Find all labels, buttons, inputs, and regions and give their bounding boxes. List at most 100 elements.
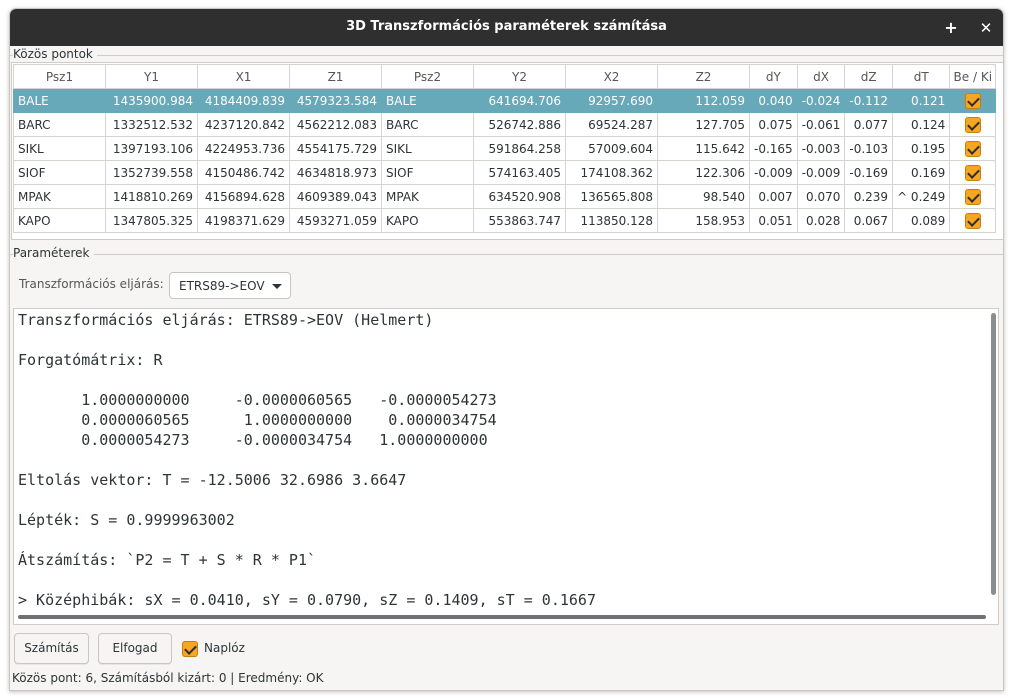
cell-psz1: BALE [13,88,106,113]
cell-dx: 0.028 [796,208,846,233]
accept-button[interactable]: Elfogad [98,633,172,664]
column-header-x1[interactable]: X1 [197,64,290,89]
cell-dx: 0.070 [796,184,846,209]
column-header-psz1[interactable]: Psz1 [13,64,106,89]
cell-y2: 641694.706 [473,88,566,113]
cell-z1: 4579323.584 [289,88,382,113]
cell-z1: 4562212.083 [289,112,382,137]
result-line: 0.0000060565 1.0000000000 0.0000034754 [18,411,497,429]
enabled-checkbox[interactable] [964,140,981,157]
parameters-divider [10,254,1003,255]
cell-dz: -0.103 [844,136,894,161]
title-bar[interactable]: 3D Transzformációs paraméterek számítása… [10,9,1003,46]
cell-z1: 4634818.973 [289,160,382,185]
window-title: 3D Transzformációs paraméterek számítása [346,19,667,34]
cell-dz: 0.077 [844,112,894,137]
cell-enabled [949,136,997,161]
result-text: Transzformációs eljárás: ETRS89->EOV (He… [18,310,596,610]
cell-y1: 1347805.325 [105,208,198,233]
cell-y1: 1332512.532 [105,112,198,137]
cell-dt: 0.089 [892,208,951,233]
table-row[interactable]: KAPO 1347805.325 4198371.629 4593271.059 KAP… [13,208,997,233]
enabled-checkbox[interactable] [964,92,981,109]
common-points-table[interactable]: Psz1 Y1 X1 Z1 Psz2 Y2 X2 Z2 dY dX dZ dT Be / Ki BALE… [13,64,997,233]
cell-x1: 4150486.742 [197,160,290,185]
cell-dy: -0.009 [749,160,798,185]
new-icon[interactable]: + [939,16,963,40]
column-header-x2[interactable]: X2 [565,64,658,89]
common-points-divider [10,55,1003,56]
cell-x2: 69524.287 [565,112,658,137]
cell-x2: 136565.808 [565,184,658,209]
enabled-checkbox[interactable] [964,164,981,181]
cell-z2: 127.705 [657,112,750,137]
cell-y2: 591864.258 [473,136,566,161]
column-header-y2[interactable]: Y2 [473,64,566,89]
cell-enabled [949,184,997,209]
enabled-checkbox[interactable] [964,212,981,229]
table-row[interactable]: BALE 1435900.984 4184409.839 4579323.584 BAL… [13,88,997,113]
column-header-z2[interactable]: Z2 [657,64,750,89]
column-header-dz[interactable]: dZ [844,64,894,89]
result-line [18,490,596,510]
status-bar: Közös pont: 6, Számításból kizárt: 0 | E… [12,671,324,685]
enabled-checkbox[interactable] [964,116,981,133]
result-line [18,330,596,350]
result-line: Forgatómátrix: R [18,351,163,369]
close-icon[interactable]: ✕ [974,16,998,40]
column-header-z1[interactable]: Z1 [289,64,382,89]
table-row[interactable]: BARC 1332512.532 4237120.842 4562212.083 BAR… [13,112,997,137]
cell-dy: 0.007 [749,184,798,209]
cell-z2: 122.306 [657,160,750,185]
cell-dx: -0.003 [796,136,846,161]
cell-enabled [949,112,997,137]
column-header-be-ki[interactable]: Be / Ki [949,64,997,89]
cell-z2: 98.540 [657,184,750,209]
cell-dy: 0.075 [749,112,798,137]
cell-x1: 4198371.629 [197,208,290,233]
common-points-label: Közös pontok [13,47,97,61]
cell-z2: 112.059 [657,88,750,113]
cell-x1: 4237120.842 [197,112,290,137]
cell-z2: 115.642 [657,136,750,161]
method-select[interactable]: ETRS89->EOV [169,272,291,299]
table-row[interactable]: MPAK 1418810.269 4156894.628 4609389.043 MPA… [13,184,997,209]
table-row[interactable]: SIOF 1352739.558 4150486.742 4634818.973 SIO… [13,160,997,185]
column-header-psz2[interactable]: Psz2 [381,64,474,89]
cell-dx: -0.024 [796,88,846,113]
parameters-label: Paraméterek [13,246,94,260]
vertical-scrollbar[interactable] [991,313,996,595]
result-line: Átszámítás: `P2 = T + S * R * P1` [18,551,317,569]
cell-x1: 4156894.628 [197,184,290,209]
column-header-dx[interactable]: dX [796,64,846,89]
horizontal-scrollbar[interactable] [18,615,986,619]
table-row[interactable]: SIKL 1397193.106 4224953.736 4554175.729 SIK… [13,136,997,161]
cell-z2: 158.953 [657,208,750,233]
cell-dz: 0.239 [844,184,894,209]
log-checkbox-label[interactable]: Naplóz [204,641,245,655]
cell-psz1: BARC [13,112,106,137]
cell-z1: 4554175.729 [289,136,382,161]
column-header-y1[interactable]: Y1 [105,64,198,89]
cell-dx: -0.009 [796,160,846,185]
cell-y2: 553863.747 [473,208,566,233]
result-line: 1.0000000000 -0.0000060565 -0.0000054273 [18,391,497,409]
enabled-checkbox[interactable] [964,188,981,205]
cell-y2: 574163.405 [473,160,566,185]
cell-enabled [949,88,997,113]
column-header-dy[interactable]: dY [749,64,798,89]
cell-y1: 1418810.269 [105,184,198,209]
cell-enabled [949,160,997,185]
result-line [18,530,596,550]
compute-button[interactable]: Számítás [14,633,89,664]
cell-dz: -0.112 [844,88,894,113]
cell-dy: 0.051 [749,208,798,233]
result-line [18,570,596,590]
result-line: Eltolás vektor: T = -12.5006 32.6986 3.6… [18,471,407,489]
log-checkbox[interactable] [182,641,198,657]
result-text-view[interactable]: Transzformációs eljárás: ETRS89->EOV (He… [13,308,999,625]
column-header-dt[interactable]: dT [892,64,951,89]
cell-psz2: BALE [381,88,474,113]
cell-z1: 4593271.059 [289,208,382,233]
cell-psz1: MPAK [13,184,106,209]
